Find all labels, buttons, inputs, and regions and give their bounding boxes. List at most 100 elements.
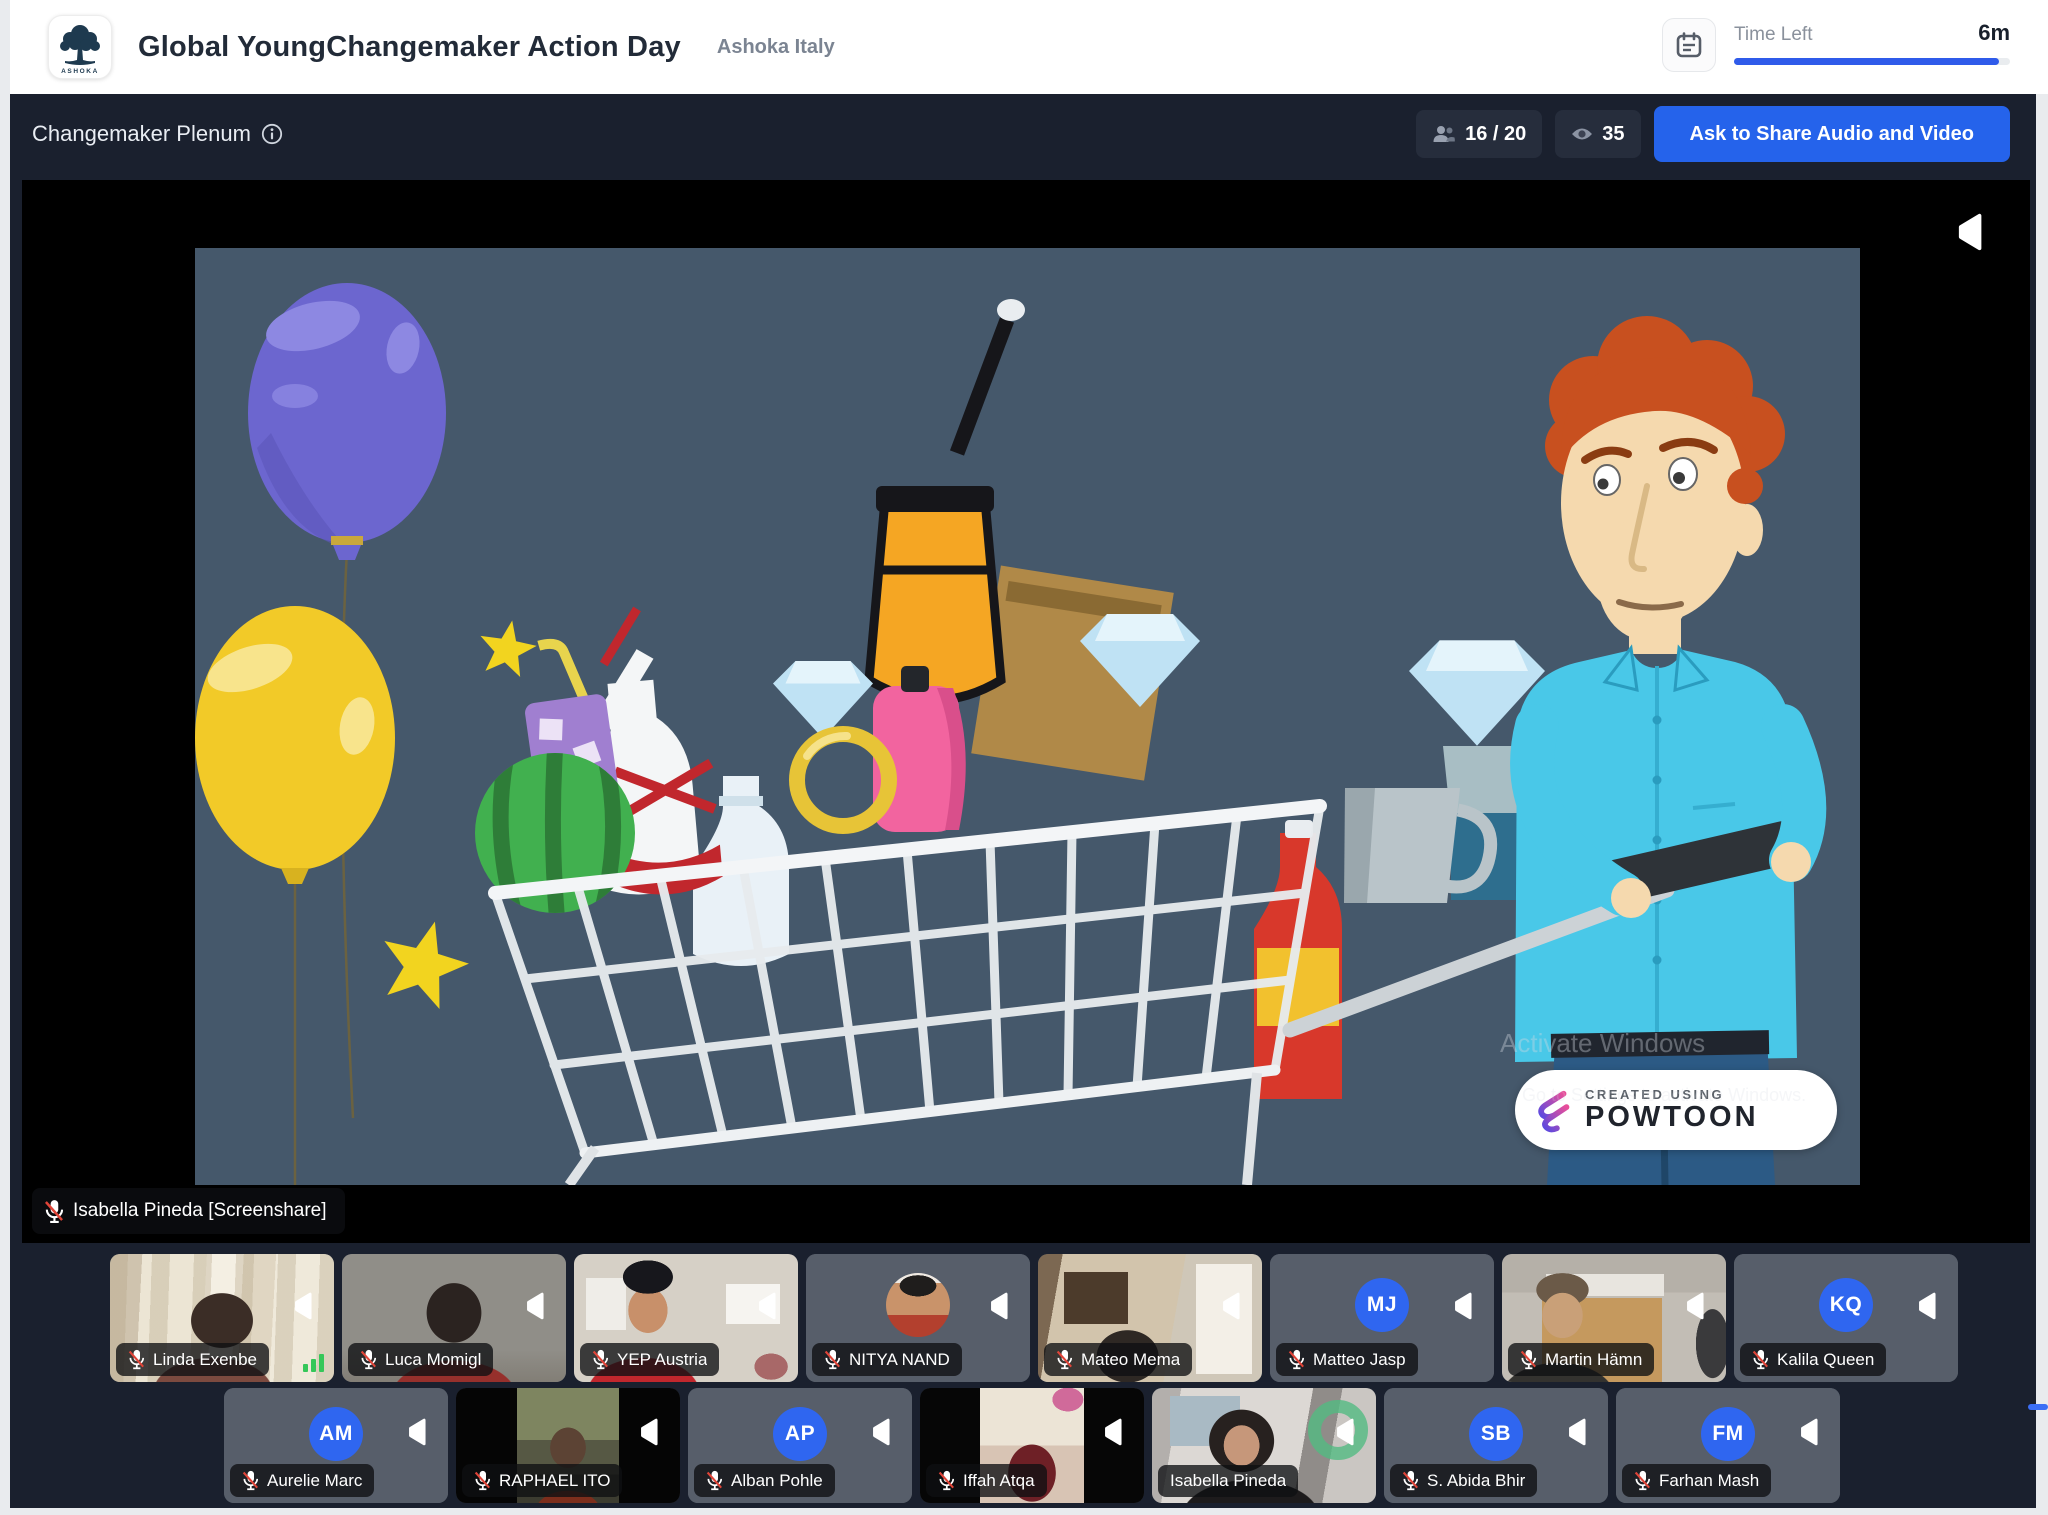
speaker-icon[interactable]	[1218, 1292, 1240, 1320]
participant-nameplate: Mateo Mema	[1044, 1343, 1192, 1376]
participant-name: Aurelie Marc	[267, 1471, 362, 1491]
viewer-count: 35	[1602, 123, 1624, 146]
mic-muted-icon	[938, 1470, 954, 1491]
speaker-icon[interactable]	[986, 1292, 1008, 1320]
event-title: Global YoungChangemaker Action Day	[138, 31, 681, 64]
participant-nameplate: NITYA NAND	[812, 1343, 962, 1376]
powtoon-watermark-large-text: POWTOON	[1585, 1102, 1759, 1132]
participant-nameplate: S. Abida Bhir	[1390, 1464, 1537, 1497]
participant-tile[interactable]: FM Farhan Mash	[1616, 1388, 1840, 1503]
participant-tile[interactable]: AM Aurelie Marc	[224, 1388, 448, 1503]
participant-name: RAPHAEL ITO	[499, 1471, 610, 1491]
participant-nameplate: YEP Austria	[580, 1343, 719, 1376]
speaker-icon[interactable]	[522, 1292, 544, 1320]
participant-tile[interactable]: YEP Austria	[574, 1254, 798, 1382]
screenshare-stage[interactable]: Activate Windows Go to Settings to activ…	[22, 180, 2030, 1243]
participant-name: NITYA NAND	[849, 1350, 950, 1370]
participant-tile[interactable]: AP Alban Pohle	[688, 1388, 912, 1503]
ashoka-logo: ASHOKA	[48, 15, 112, 79]
participant-name: S. Abida Bhir	[1427, 1471, 1525, 1491]
participant-name: Linda Exenbe	[153, 1350, 257, 1370]
participant-name: Martin Hämn	[1545, 1350, 1642, 1370]
presenter-label: Isabella Pineda [Screenshare]	[73, 1200, 327, 1222]
time-left-value: 6m	[1978, 20, 2010, 46]
participant-tile[interactable]: Isabella Pineda	[1152, 1388, 1376, 1503]
participant-nameplate: Farhan Mash	[1622, 1464, 1771, 1497]
participant-name: Matteo Jasp	[1313, 1350, 1406, 1370]
activate-windows-watermark: Activate Windows	[1500, 1028, 1705, 1059]
participant-tile[interactable]: KQ Kalila Queen	[1734, 1254, 1958, 1382]
participant-row-1: Linda Exenbe Luca Momigl	[110, 1254, 1958, 1382]
participant-nameplate: Isabella Pineda	[1158, 1465, 1298, 1497]
event-subtitle: Ashoka Italy	[717, 36, 835, 59]
speaker-icon[interactable]	[1682, 1292, 1704, 1320]
speaker-icon[interactable]	[1564, 1418, 1586, 1446]
participant-name: Kalila Queen	[1777, 1350, 1874, 1370]
participant-count-badge[interactable]: 16 / 20	[1416, 110, 1542, 158]
mic-muted-icon	[824, 1349, 840, 1370]
speaker-icon[interactable]	[868, 1418, 890, 1446]
participant-tile[interactable]: Mateo Mema	[1038, 1254, 1262, 1382]
time-progress-track	[1734, 58, 2010, 65]
participant-tile[interactable]: NITYA NAND	[806, 1254, 1030, 1382]
signal-strength-icon	[303, 1354, 324, 1372]
logo-caption: ASHOKA	[61, 68, 99, 75]
participant-avatar: AP	[773, 1407, 827, 1461]
speaker-icon[interactable]	[636, 1418, 658, 1446]
session-title-wrap: Changemaker Plenum	[32, 121, 283, 147]
mic-muted-icon	[592, 1349, 608, 1370]
time-left-label: Time Left	[1734, 24, 1813, 46]
mic-muted-icon	[1288, 1349, 1304, 1370]
participant-row-2: AM Aurelie Marc	[224, 1388, 1840, 1503]
powtoon-watermark[interactable]: CREATED USING POWTOON	[1515, 1070, 1837, 1150]
ask-to-share-button[interactable]: Ask to Share Audio and Video	[1654, 106, 2011, 162]
participant-nameplate: Kalila Queen	[1740, 1343, 1886, 1376]
participant-name: Mateo Mema	[1081, 1350, 1180, 1370]
participant-name: Farhan Mash	[1659, 1471, 1759, 1491]
people-icon	[1432, 124, 1456, 144]
info-icon[interactable]	[261, 123, 283, 145]
stage-volume-icon[interactable]	[1952, 212, 1982, 252]
participant-avatar: AM	[309, 1407, 363, 1461]
participant-nameplate: Matteo Jasp	[1276, 1343, 1418, 1376]
participant-tile[interactable]: SB S. Abida Bhir	[1384, 1388, 1608, 1503]
app-window: ASHOKA Global YoungChangemaker Action Da…	[0, 0, 2048, 1515]
speaker-icon[interactable]	[1796, 1418, 1818, 1446]
participant-name: Iffah Atqa	[963, 1471, 1035, 1491]
calendar-icon	[1675, 31, 1703, 59]
calendar-button[interactable]	[1662, 18, 1716, 72]
participant-tile[interactable]: Iffah Atqa	[920, 1388, 1144, 1503]
mic-muted-icon	[242, 1470, 258, 1491]
mic-muted-icon	[1056, 1349, 1072, 1370]
speaker-icon[interactable]	[1100, 1418, 1122, 1446]
session-title: Changemaker Plenum	[32, 121, 251, 147]
speaker-icon[interactable]	[404, 1418, 426, 1446]
speaker-icon[interactable]	[1450, 1292, 1472, 1320]
participant-name: Isabella Pineda	[1170, 1471, 1286, 1491]
participant-tile[interactable]: MJ Matteo Jasp	[1270, 1254, 1494, 1382]
speaker-icon[interactable]	[1332, 1418, 1354, 1446]
viewer-count-badge[interactable]: 35	[1555, 110, 1640, 158]
participant-name: Luca Momigl	[385, 1350, 481, 1370]
participant-nameplate: Alban Pohle	[694, 1464, 835, 1497]
window-edge	[0, 1508, 2048, 1515]
participant-tile[interactable]: Linda Exenbe	[110, 1254, 334, 1382]
mic-muted-icon	[1402, 1470, 1418, 1491]
participant-tile[interactable]: Martin Hämn	[1502, 1254, 1726, 1382]
participant-name: YEP Austria	[617, 1350, 707, 1370]
participant-nameplate: Aurelie Marc	[230, 1464, 374, 1497]
time-progress-fill	[1734, 58, 1999, 65]
speaker-icon[interactable]	[1914, 1292, 1936, 1320]
speaker-icon[interactable]	[754, 1292, 776, 1320]
presenter-nameplate: Isabella Pineda [Screenshare]	[32, 1188, 345, 1234]
speaker-icon[interactable]	[290, 1292, 312, 1320]
participant-tile[interactable]: Luca Momigl	[342, 1254, 566, 1382]
mic-muted-icon	[706, 1470, 722, 1491]
participant-avatar: KQ	[1819, 1278, 1873, 1332]
participant-name: Alban Pohle	[731, 1471, 823, 1491]
scroll-indicator[interactable]	[2028, 1404, 2048, 1410]
participant-avatar: SB	[1469, 1407, 1523, 1461]
mic-muted-icon	[1752, 1349, 1768, 1370]
participant-avatar: MJ	[1355, 1278, 1409, 1332]
participant-tile[interactable]: RAPHAEL ITO	[456, 1388, 680, 1503]
